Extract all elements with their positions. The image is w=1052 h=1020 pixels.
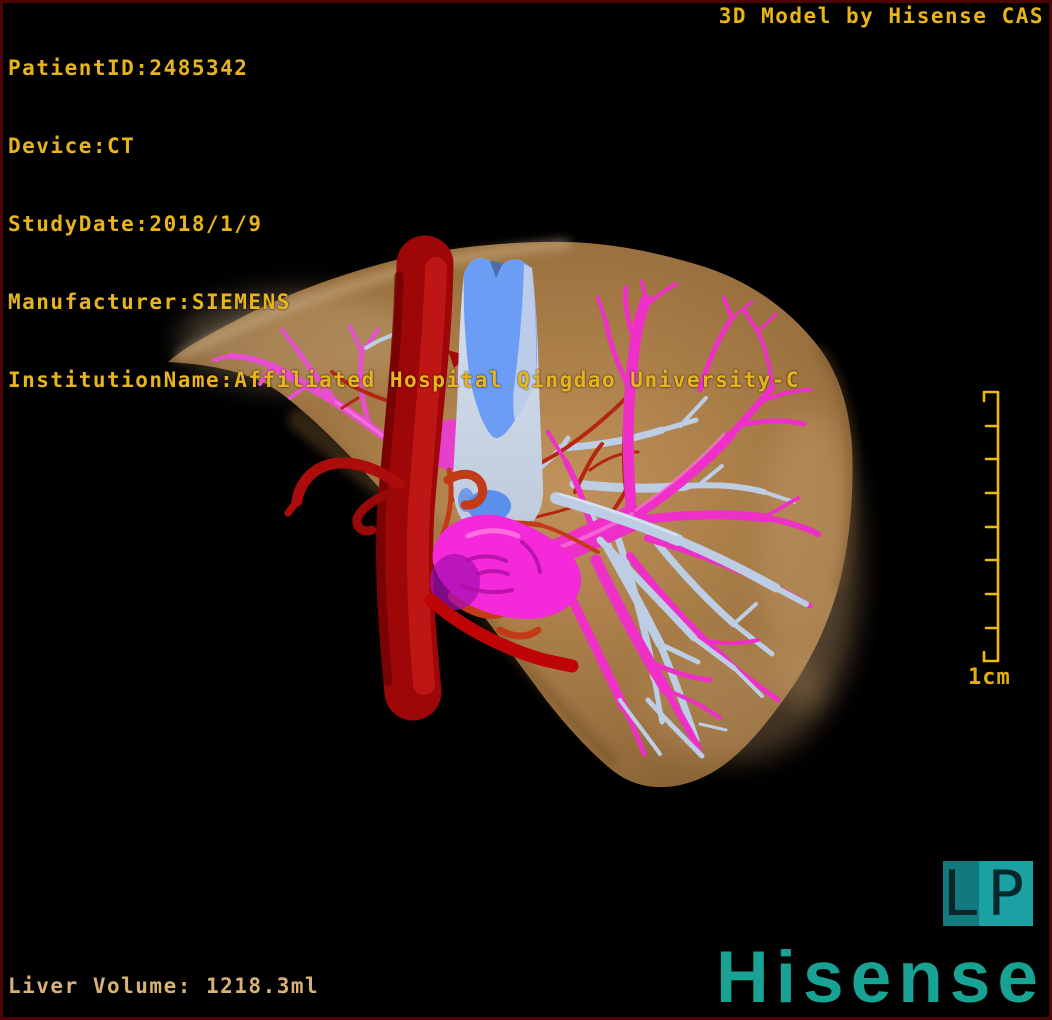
patient-id-line: PatientID:2485342: [8, 56, 249, 80]
liver-volume-readout: Liver Volume: 1218.3ml: [8, 974, 320, 998]
viewer-3d[interactable]: 1cm PatientID:2485342 Device:CT StudyDat…: [0, 0, 1052, 1020]
study-date-line: StudyDate:2018/1/9: [8, 212, 263, 236]
credit-line: 3D Model by Hisense CAS: [718, 4, 1044, 28]
scale-bar: 1cm: [968, 390, 1011, 690]
hisense-logo: Hisense: [716, 937, 1045, 1018]
orientation-marker: L P: [942, 856, 1033, 930]
device-line: Device:CT: [8, 134, 136, 158]
patient-info-block: PatientID:2485342 Device:CT StudyDate:20…: [8, 3, 800, 445]
orientation-letter-l: L: [942, 856, 980, 930]
scale-bar-label: 1cm: [968, 665, 1011, 690]
manufacturer-line: Manufacturer:SIEMENS: [8, 290, 291, 314]
institution-line: InstitutionName:Affiliated Hospital Qing…: [8, 368, 801, 392]
orientation-letter-p: P: [979, 861, 1033, 926]
